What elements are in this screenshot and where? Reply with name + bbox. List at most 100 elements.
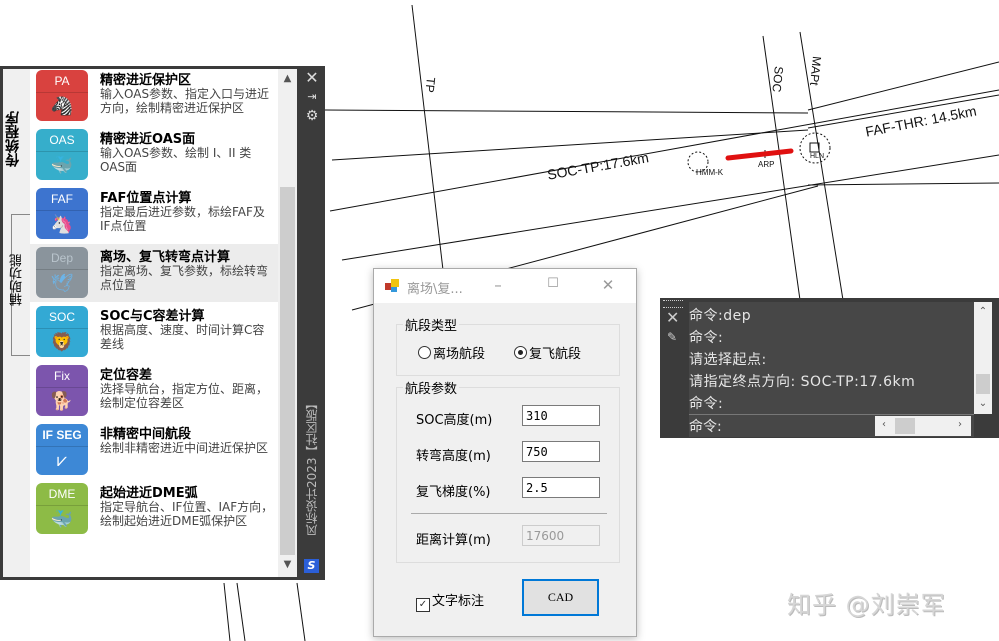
scroll-down-icon[interactable]: ⌄ [974, 398, 992, 409]
turn-height-input[interactable] [522, 441, 600, 462]
soc-height-input[interactable] [522, 405, 600, 426]
tool-description: 根据高度、速度、时间计算C容差线 [100, 323, 265, 351]
arp-label: ARP [758, 160, 775, 169]
tool-title: 精密进近OAS面 [100, 132, 196, 147]
tool-description: 指定导航台、IF位置、IAF方向，绘制起始进近DME弧保护区 [100, 500, 274, 528]
fan-segment-icon: IF SEG ⩗ [36, 424, 88, 475]
dog-icon: Fix 🐕 [36, 365, 88, 416]
tool-description: 输入OAS参数、绘制 I、II 类OAS面 [100, 146, 252, 174]
tab-label: 辅助功能 [10, 254, 25, 306]
tool-item-faf[interactable]: FAF 🦄 FAF位置点计算 指定最后进近参数，标绘FAF及IF点位置 [30, 185, 278, 243]
soc-label: SOC [769, 65, 786, 93]
gear-icon[interactable]: ⚙ [304, 108, 320, 124]
autohide-pin-icon[interactable]: ⇥ [304, 90, 320, 103]
group-label: 航段类型 [403, 315, 460, 334]
palette-tab-strip: 传统程序 辅助功能 [3, 69, 31, 577]
tp-label: TP [422, 76, 438, 94]
history-line: 请指定终点方向: SOC-TP:17.6km [689, 374, 916, 390]
command-history: 命令:dep 命令: 请选择起点: 请指定终点方向: SOC-TP:17.6km… [689, 302, 974, 414]
boundary-line [329, 89, 999, 212]
history-line: 命令: [689, 330, 724, 346]
close-icon[interactable]: ✕ [304, 68, 320, 87]
boundary-line [341, 154, 999, 261]
drag-grip-icon[interactable] [663, 300, 683, 308]
tool-title: 离场、复飞转弯点计算 [100, 250, 231, 265]
customize-pen-icon[interactable]: ✎ [667, 330, 677, 344]
tool-title: FAF位置点计算 [100, 191, 192, 206]
tool-description: 绘制非精密进近中间进近保护区 [100, 441, 269, 455]
history-scrollbar[interactable]: ⌃ ⌄ [974, 302, 992, 414]
tool-title: SOC与C容差计算 [100, 309, 205, 324]
boundary-line [223, 582, 231, 641]
tool-title: 定位容差 [100, 368, 153, 383]
palette-scrollbar[interactable]: ▲ ▼ [278, 69, 297, 577]
tool-item-dme[interactable]: DME 🐳 起始进近DME弧 指定导航台、IF位置、IAF方向，绘制起始进近DM… [30, 480, 278, 538]
tool-item-dep[interactable]: Dep 🕊 离场、复飞转弯点计算 指定离场、复飞参数，标绘转弯点位置 [30, 244, 278, 302]
tool-item-fix[interactable]: Fix 🐕 定位容差 选择导航台，指定方位、距离，绘制定位容差区 [30, 362, 278, 420]
command-input-row[interactable]: 命令: ‹ › [689, 414, 974, 437]
tool-title: 非精密中间航段 [100, 427, 192, 442]
departure-missed-approach-dialog: 离场\复... – ☐ ✕ 航段类型 离场航段 复飞航段 航段参数 SOC高度(… [373, 268, 637, 637]
history-line: 命令:dep [689, 308, 752, 324]
whale-icon: OAS 🐳 [36, 129, 88, 180]
whale-icon: DME 🐳 [36, 483, 88, 534]
scroll-up-icon[interactable]: ⌃ [974, 306, 992, 317]
bird-icon: Dep 🕊 [36, 247, 88, 298]
separator [411, 513, 607, 514]
tool-title: 起始进近DME弧 [100, 486, 198, 501]
tool-item-pa[interactable]: PA 🦓 精密进近保护区 输入OAS参数、指定入口与进近方向，绘制精密进近保护区 [30, 69, 278, 125]
runway [725, 148, 794, 161]
command-prompt: 命令: [689, 419, 722, 435]
palette-caption: 风标设计2023【社区版】 [305, 397, 319, 536]
command-window: ✕ ✎ 命令:dep 命令: 请选择起点: 请指定终点方向: SOC-TP:17… [660, 298, 999, 438]
app-logo-icon: S [304, 559, 319, 573]
zebra-icon: PA 🦓 [36, 70, 88, 121]
minimize-button[interactable]: – [488, 276, 508, 294]
lion-icon: SOC 🦁 [36, 306, 88, 357]
unicorn-icon: FAF 🦄 [36, 188, 88, 239]
tool-title: 精密进近保护区 [100, 73, 192, 88]
tool-item-oas[interactable]: OAS 🐳 精密进近OAS面 输入OAS参数、绘制 I、II 类OAS面 [30, 126, 278, 184]
checkbox-checked-icon: ✓ [416, 598, 430, 612]
scroll-up-icon[interactable]: ▲ [278, 73, 297, 84]
watermark: 知乎 @刘崇军 [787, 591, 946, 619]
scrollbar-thumb[interactable] [976, 374, 990, 394]
boundary-line [296, 582, 306, 641]
scroll-right-icon[interactable]: › [951, 419, 969, 430]
radio-button-selected-icon [514, 346, 527, 359]
navaid-right-label: HLN [810, 153, 825, 160]
history-line: 请选择起点: [689, 352, 767, 368]
turn-height-label: 转弯高度(m) [416, 449, 491, 464]
close-button[interactable]: ✕ [598, 276, 618, 294]
climb-gradient-input[interactable] [522, 477, 600, 498]
soc-height-label: SOC高度(m) [416, 413, 493, 428]
palette-titlebar[interactable]: ✕ ⇥ ⚙ 风标设计2023【社区版】 S [298, 66, 325, 580]
scrollbar-thumb[interactable] [280, 187, 295, 555]
climb-gradient-label: 复飞梯度(%) [416, 485, 491, 500]
segment-type-group: 航段类型 离场航段 复飞航段 [396, 315, 620, 376]
text-annotation-checkbox[interactable]: ✓ 文字标注 [416, 590, 484, 612]
distance-label: 距离计算(m) [416, 533, 491, 548]
command-hscrollbar[interactable]: ‹ › [875, 416, 971, 436]
scrollbar-thumb[interactable] [895, 418, 915, 434]
tool-item-soc[interactable]: SOC 🦁 SOC与C容差计算 根据高度、速度、时间计算C容差线 [30, 303, 278, 361]
scroll-down-icon[interactable]: ▼ [278, 559, 297, 570]
navaid-left-label: HMM-K [696, 168, 724, 177]
radio-departure[interactable]: 离场航段 [418, 343, 485, 362]
tool-list: PA 🦓 精密进近保护区 输入OAS参数、指定入口与进近方向，绘制精密进近保护区… [30, 69, 278, 577]
maximize-button[interactable]: ☐ [543, 276, 563, 291]
close-icon[interactable]: ✕ [666, 308, 679, 327]
dialog-title: 离场\复... [407, 282, 463, 297]
tab-traditional-procedures[interactable]: 传统程序 [5, 111, 28, 167]
distance-output [522, 525, 600, 546]
tool-description: 输入OAS参数、指定入口与进近方向，绘制精密进近保护区 [100, 87, 270, 115]
tool-description: 选择导航台，指定方位、距离，绘制定位容差区 [100, 382, 269, 410]
dialog-titlebar[interactable]: 离场\复... – ☐ ✕ [374, 269, 636, 303]
tool-item-if-seg[interactable]: IF SEG ⩗ 非精密中间航段 绘制非精密进近中间进近保护区 [30, 421, 278, 479]
group-label: 航段参数 [403, 378, 460, 397]
scroll-left-icon[interactable]: ‹ [875, 419, 893, 430]
cad-button[interactable]: CAD [522, 579, 599, 616]
tp-line [411, 4, 444, 271]
history-line: 命令: [689, 396, 724, 412]
radio-missed-approach[interactable]: 复飞航段 [514, 343, 581, 362]
